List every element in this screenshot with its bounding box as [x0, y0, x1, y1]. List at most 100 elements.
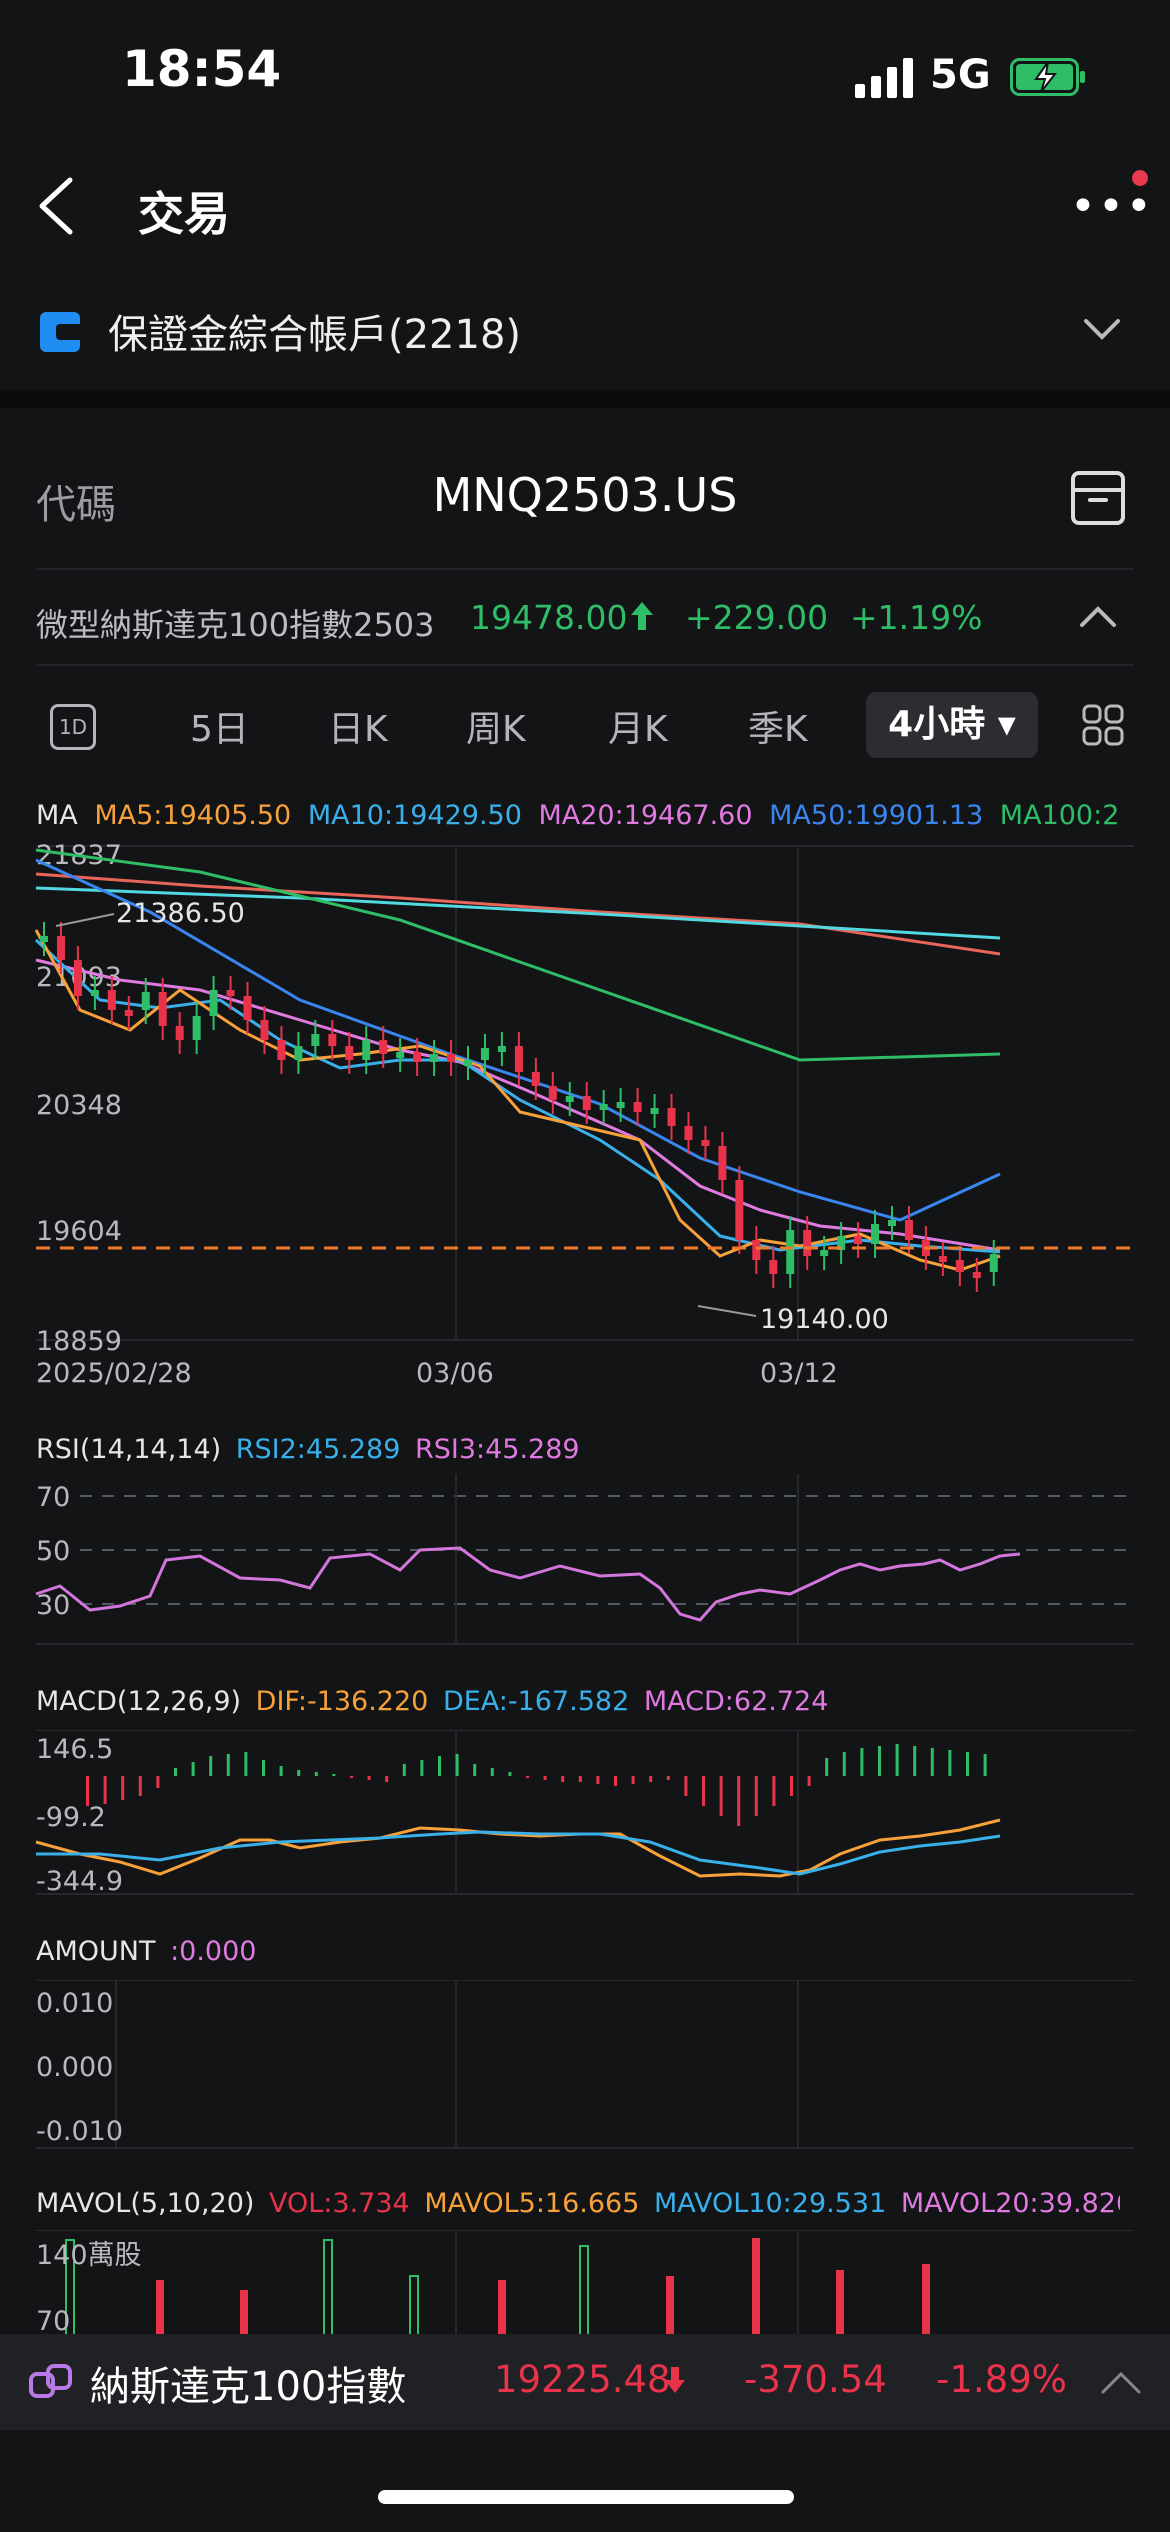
volume-bar — [922, 2264, 930, 2340]
amount-level: 0.010 — [36, 1988, 113, 2019]
divider — [36, 568, 1134, 570]
candle-body — [345, 1046, 354, 1060]
chevron-up-icon[interactable] — [1100, 2370, 1142, 2396]
macd-bar — [702, 1776, 705, 1806]
macd-bar — [596, 1776, 600, 1784]
macd-bar — [508, 1772, 512, 1776]
candle-body — [107, 990, 116, 1010]
candle-body — [938, 1256, 947, 1262]
arrow-down-icon — [665, 2367, 685, 2393]
more-options-button[interactable]: ••• — [1070, 185, 1154, 229]
mavol20-value: MAVOL20:39.826 — [900, 2188, 1134, 2219]
ma5-value: MA5:19405.50 — [94, 800, 292, 831]
candle-body — [616, 1102, 625, 1108]
rsi-chart[interactable]: 70 50 30 — [0, 1474, 1170, 1650]
tab-5d[interactable]: 5日 — [190, 700, 249, 752]
rsi2-value: RSI2:45.289 — [235, 1434, 401, 1465]
price-y-labels: 21837 21093 20348 19604 18859 — [36, 840, 122, 1357]
macd-bar — [649, 1776, 653, 1782]
battery-charging-icon — [1010, 58, 1085, 96]
volume-level: 140萬股 — [36, 2240, 142, 2271]
candle-body — [260, 1020, 269, 1040]
candle-body — [328, 1034, 337, 1046]
volume-level: 70 — [36, 2306, 70, 2337]
rsi-line — [35, 1546, 1021, 1622]
candle-body — [497, 1046, 506, 1052]
macd-level: 146.5 — [36, 1734, 113, 1765]
candle-body — [447, 1054, 456, 1062]
macd-dif-value: DIF:-136.220 — [255, 1686, 429, 1717]
macd-bar — [138, 1776, 142, 1796]
signal-icon — [855, 58, 913, 98]
candle-body — [650, 1108, 659, 1114]
candle-body — [480, 1048, 489, 1060]
candle-body — [413, 1052, 422, 1062]
volume-bar — [156, 2280, 164, 2340]
macd-bar — [684, 1776, 688, 1796]
macd-bar — [543, 1776, 547, 1780]
watchlist-box-icon[interactable] — [1070, 470, 1126, 526]
macd-bar — [754, 1776, 758, 1816]
ma-label: MA — [36, 800, 78, 831]
candle-body — [158, 992, 167, 1026]
macd-bar — [438, 1756, 441, 1776]
rsi-level: 30 — [36, 1590, 70, 1621]
low-marker: 19140.00 — [697, 1304, 889, 1335]
macd-bar — [332, 1774, 336, 1776]
candle-body — [175, 1026, 184, 1040]
macd-bar — [631, 1776, 635, 1784]
candle-body — [226, 990, 235, 996]
back-chevron-icon[interactable] — [32, 176, 82, 236]
macd-bar — [772, 1776, 776, 1806]
candle-body — [854, 1236, 863, 1244]
macd-bar — [878, 1746, 881, 1776]
macd-bar — [385, 1776, 389, 1782]
symbol-code[interactable]: MNQ2503.US — [0, 468, 1170, 522]
candle-body — [582, 1096, 591, 1110]
dif-line — [35, 1818, 1001, 1878]
macd-bar — [156, 1776, 160, 1788]
tab-1d[interactable]: 1D — [50, 704, 96, 750]
macd-bar — [807, 1776, 811, 1786]
candle-body — [803, 1230, 812, 1256]
notification-dot — [1132, 170, 1148, 186]
macd-bar — [895, 1744, 899, 1776]
chevron-up-icon[interactable] — [1078, 604, 1118, 630]
amount-chart[interactable]: 0.010 0.000 -0.010 — [0, 1980, 1170, 2150]
dea-line — [36, 1830, 1001, 1876]
macd-label: MACD(12,26,9) — [36, 1686, 242, 1717]
grid-icon[interactable] — [1082, 704, 1124, 746]
account-selector-label[interactable]: 保證金綜合帳戶(2218) — [108, 302, 521, 360]
candle-body — [888, 1220, 896, 1226]
tab-4-hour[interactable]: 4小時 ▾ — [866, 692, 1038, 758]
ma20-value: MA20:19467.60 — [538, 800, 753, 831]
volume-bar — [240, 2290, 248, 2340]
tab-week-k[interactable]: 周K — [466, 700, 526, 752]
candle-body — [294, 1046, 303, 1060]
candle-body — [531, 1072, 540, 1086]
arrow-up-icon — [631, 602, 653, 630]
macd-legend: MACD(12,26,9) DIF:-136.220 DEA:-167.582 … — [36, 1686, 828, 1717]
low-price-label: 19140.00 — [760, 1304, 889, 1335]
candle-body — [40, 936, 48, 942]
volume-chart[interactable]: 140萬股 70 — [0, 2230, 1170, 2340]
tab-month-k[interactable]: 月K — [608, 700, 668, 752]
macd-bar — [174, 1768, 177, 1776]
macd-bar — [121, 1776, 125, 1800]
symbol-name: 微型納斯達克100指數2503 — [36, 606, 435, 644]
macd-bar — [402, 1764, 406, 1776]
tab-season-k[interactable]: 季K — [748, 700, 808, 752]
macd-bar — [983, 1754, 987, 1776]
macd-bar — [860, 1748, 864, 1776]
candle-body — [396, 1052, 405, 1058]
index-ticker-bar[interactable]: 納斯達克100指數 19225.48 -370.54 -1.89% — [0, 2334, 1170, 2430]
macd-chart[interactable]: 146.5 -99.2 -344.9 — [0, 1730, 1170, 1900]
candlestick-chart[interactable]: 21837 21093 20348 19604 18859 21386.50 1… — [0, 840, 1170, 1380]
candle-body — [599, 1104, 608, 1110]
candle-body — [311, 1034, 320, 1046]
volume-bar — [752, 2238, 760, 2340]
mavol-label: MAVOL(5,10,20) — [36, 2188, 255, 2219]
chevron-down-icon[interactable] — [1082, 316, 1122, 342]
candle-body — [701, 1140, 710, 1146]
tab-day-k[interactable]: 日K — [328, 700, 388, 752]
